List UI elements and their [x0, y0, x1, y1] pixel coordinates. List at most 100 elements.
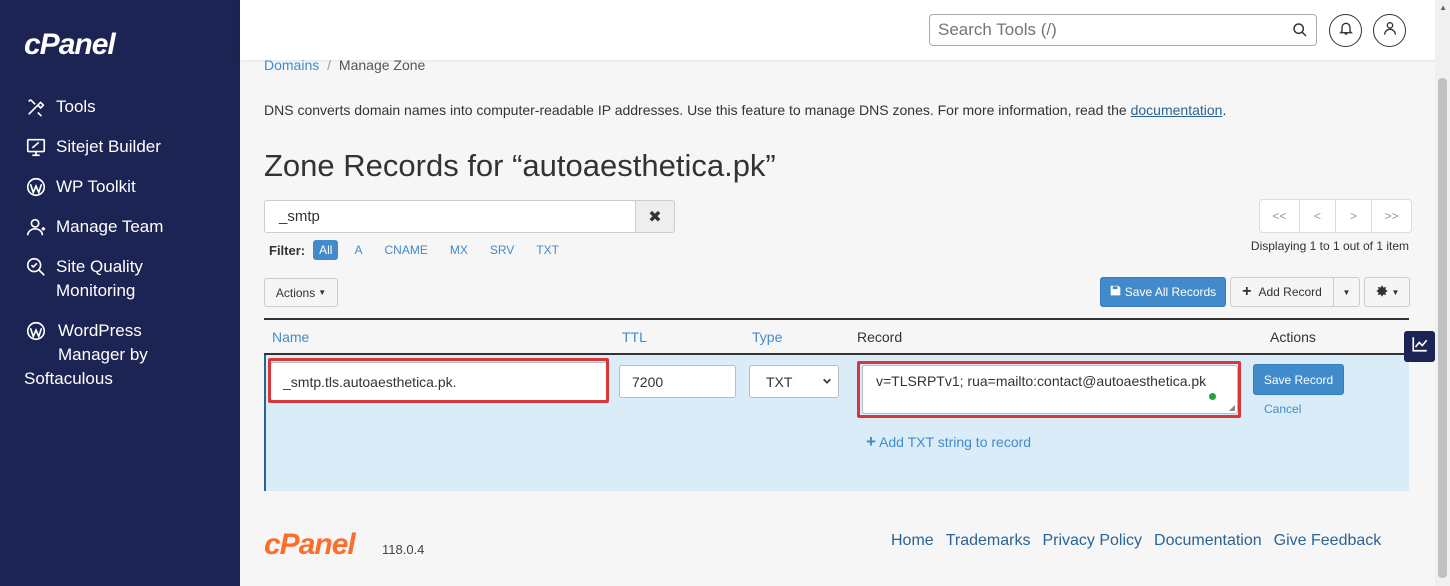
chevron-down-icon: [822, 373, 832, 389]
cancel-link[interactable]: Cancel: [1264, 402, 1301, 416]
displaying-count: Displaying 1 to 1 out of 1 item: [1250, 239, 1409, 253]
column-header-record: Record: [857, 329, 903, 345]
team-icon: [24, 215, 48, 239]
filter-txt[interactable]: TXT: [530, 240, 565, 260]
scroll-thumb[interactable]: [1438, 78, 1447, 578]
pagination: << < > >>: [1259, 199, 1412, 233]
sidebar-item-label: WP Toolkit: [56, 177, 136, 196]
plus-icon: +: [1242, 283, 1252, 300]
breadcrumb-current: Manage Zone: [338, 57, 426, 73]
wordpress-icon: [24, 175, 48, 199]
breadcrumb-domains-link[interactable]: Domains: [264, 57, 319, 73]
plus-icon: +: [866, 432, 876, 451]
sidebar-item-label: Sitejet Builder: [56, 137, 161, 156]
add-record-label: Add Record: [1258, 285, 1322, 299]
sidebar-item-label: Softaculous: [24, 369, 113, 388]
sidebar-item-label: Manage Team: [56, 217, 164, 236]
footer-link-feedback[interactable]: Give Feedback: [1274, 532, 1382, 550]
column-header-ttl[interactable]: TTL: [622, 329, 647, 345]
sidebar-item-label: Site Quality: [56, 257, 143, 276]
quality-icon: [24, 255, 48, 279]
filter-mx[interactable]: MX: [444, 240, 474, 260]
caret-down-icon: ▼: [318, 288, 327, 297]
sidebar: cPanel Tools Sitejet Builder WP Toolkit …: [0, 0, 240, 586]
filter-srv[interactable]: SRV: [484, 240, 520, 260]
description-text: DNS converts domain names into computer-…: [264, 102, 1131, 118]
actions-label: Actions: [275, 285, 316, 300]
save-all-label: Save All Records: [1124, 285, 1217, 299]
search-box[interactable]: [929, 14, 1317, 46]
scroll-up-icon[interactable]: ▲: [1439, 3, 1447, 12]
filter-all[interactable]: All: [313, 240, 339, 260]
notifications-button[interactable]: [1329, 14, 1362, 47]
record-highlight-box: [857, 361, 1241, 418]
search-input[interactable]: [930, 15, 1270, 45]
caret-down-icon: ▼: [1342, 287, 1351, 297]
prev-page-button[interactable]: <: [1299, 199, 1336, 233]
filter-cname[interactable]: CNAME: [378, 240, 433, 260]
top-bar: [240, 0, 1435, 60]
save-icon: [1110, 285, 1121, 299]
column-header-actions: Actions: [1270, 329, 1316, 345]
tools-icon: [24, 95, 48, 119]
footer-cpanel-logo[interactable]: cPanel: [264, 528, 356, 562]
footer-link-home[interactable]: Home: [891, 532, 934, 550]
page-scrollbar[interactable]: ▲: [1435, 0, 1450, 586]
next-page-button[interactable]: >: [1335, 199, 1372, 233]
gear-icon: [1375, 284, 1389, 301]
save-all-records-button[interactable]: Save All Records: [1100, 277, 1226, 307]
column-header-type[interactable]: Type: [752, 329, 782, 345]
first-page-button[interactable]: <<: [1259, 199, 1300, 233]
sidebar-item-label: Manager by: [58, 345, 148, 364]
sidebar-item-tools[interactable]: Tools: [24, 95, 96, 119]
sidebar-item-wp-toolkit[interactable]: WP Toolkit: [24, 175, 136, 199]
breadcrumb: Domains / Manage Zone: [264, 57, 425, 73]
column-header-name[interactable]: Name: [272, 329, 309, 345]
page-description: DNS converts domain names into computer-…: [264, 102, 1226, 118]
sidebar-item-wordpress-manager[interactable]: WordPress Manager by Softaculous: [24, 319, 148, 391]
add-record-button[interactable]: + Add Record: [1230, 277, 1334, 307]
sidebar-item-label: Monitoring: [56, 281, 136, 300]
type-select-value: TXT: [766, 374, 793, 390]
add-txt-label: Add TXT string to record: [879, 434, 1032, 450]
sidebar-item-site-quality[interactable]: Site Quality Monitoring: [24, 255, 143, 303]
filter-bar: Filter: All A CNAME MX SRV TXT: [269, 240, 575, 260]
footer-link-trademarks[interactable]: Trademarks: [946, 532, 1031, 550]
footer-link-documentation[interactable]: Documentation: [1154, 532, 1262, 550]
user-menu-button[interactable]: [1373, 14, 1406, 47]
caret-down-icon: ▼: [1391, 287, 1400, 297]
breadcrumb-separator: /: [327, 57, 332, 73]
settings-dropdown-button[interactable]: ▼: [1364, 277, 1410, 307]
user-icon: [1382, 20, 1398, 41]
sitejet-icon: [24, 135, 48, 159]
chart-line-icon: [1411, 335, 1429, 358]
sidebar-item-sitejet[interactable]: Sitejet Builder: [24, 135, 161, 159]
footer-version: 118.0.4: [382, 542, 425, 557]
clear-search-button[interactable]: ✖: [635, 200, 675, 233]
close-icon: ✖: [648, 208, 662, 226]
actions-dropdown-button[interactable]: Actions ▼: [264, 278, 338, 307]
page-title: Zone Records for “autoaesthetica.pk”: [264, 148, 776, 183]
filter-label: Filter:: [269, 242, 306, 258]
ttl-input[interactable]: 7200: [619, 365, 736, 398]
add-record-dropdown-button[interactable]: ▼: [1333, 277, 1360, 307]
save-record-button[interactable]: Save Record: [1253, 364, 1344, 395]
stats-toggle-button[interactable]: [1404, 331, 1435, 362]
sidebar-item-label: WordPress: [58, 321, 142, 340]
bell-icon: [1338, 20, 1354, 41]
type-select[interactable]: TXT: [749, 365, 839, 398]
sidebar-item-label: Tools: [56, 97, 96, 116]
documentation-link[interactable]: documentation: [1131, 102, 1223, 118]
footer-links: Home Trademarks Privacy Policy Documenta…: [891, 532, 1393, 550]
cpanel-logo[interactable]: cPanel: [24, 28, 116, 62]
filter-a[interactable]: A: [348, 240, 368, 260]
description-end: .: [1222, 102, 1227, 118]
search-icon[interactable]: [1292, 22, 1308, 43]
add-txt-string-link[interactable]: + Add TXT string to record: [866, 432, 1031, 452]
last-page-button[interactable]: >>: [1371, 199, 1412, 233]
sidebar-item-manage-team[interactable]: Manage Team: [24, 215, 163, 239]
record-search-input[interactable]: _smtp: [264, 200, 636, 233]
records-table-header: Name TTL Type Record Actions: [264, 318, 1409, 355]
footer-link-privacy[interactable]: Privacy Policy: [1042, 532, 1142, 550]
name-highlight-box: [268, 358, 609, 403]
